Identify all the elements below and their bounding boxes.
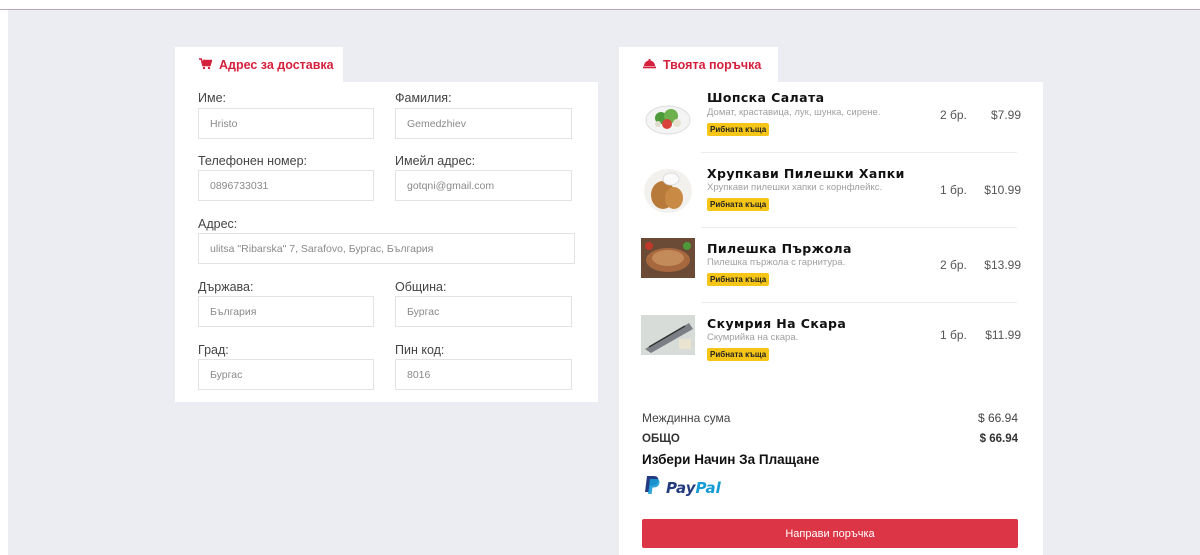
order-item: Скумрия На Скара Скумрийка на скара. Риб… xyxy=(641,313,1021,388)
divider xyxy=(701,302,1017,303)
cart-icon xyxy=(199,57,213,73)
zip-input[interactable]: 8016 xyxy=(395,359,572,390)
item-qty: 2 бр. xyxy=(940,258,967,272)
left-edge xyxy=(0,10,8,555)
zip-label: Пин код: xyxy=(395,343,445,357)
salad-image xyxy=(641,96,695,136)
item-name: Хрупкави Пилешки Хапки xyxy=(707,166,905,181)
phone-label: Телефонен номер: xyxy=(198,154,308,168)
total-value: $ 66.94 xyxy=(979,433,1018,445)
divider xyxy=(701,227,1017,228)
paypal-label: PayPal xyxy=(666,479,721,497)
payment-method-title: Избери Начин За Плащане xyxy=(642,452,820,467)
address-input[interactable]: ulitsa "Ribarska" 7, Sarafovo, Бургас, Б… xyxy=(198,233,575,264)
tab-your-order-label: Твоята поръчка xyxy=(663,58,762,72)
municipality-label: Община: xyxy=(395,280,447,294)
city-label: Град: xyxy=(198,343,229,357)
municipality-input[interactable]: Бургас xyxy=(395,296,572,327)
item-desc: Скумрийка на скара. xyxy=(707,332,799,343)
chicken-steak-image xyxy=(641,238,695,278)
item-price: $10.99 xyxy=(984,183,1021,197)
address-label: Адрес: xyxy=(198,217,238,231)
restaurant-badge: Рибната къща xyxy=(707,123,770,136)
last-name-label: Фамилия: xyxy=(395,91,452,105)
subtotal-label: Междинна сума xyxy=(642,411,731,425)
top-bar xyxy=(0,0,1200,10)
phone-input[interactable]: 0896733031 xyxy=(198,170,374,201)
total-label: ОБЩО xyxy=(642,433,680,445)
tab-delivery-address-label: Адрес за доставка xyxy=(219,58,334,72)
last-name-input[interactable]: Gemedzhiev xyxy=(395,108,572,139)
email-input[interactable]: gotqni@gmail.com xyxy=(395,170,572,201)
first-name-label: Име: xyxy=(198,91,227,105)
item-price: $11.99 xyxy=(985,328,1021,342)
subtotal-value: $ 66.94 xyxy=(977,411,1018,425)
item-price: $13.99 xyxy=(984,258,1021,272)
cloche-icon xyxy=(643,58,656,72)
first-name-input[interactable]: Hristo xyxy=(198,108,374,139)
item-qty: 1 бр. xyxy=(940,183,967,197)
restaurant-badge: Рибната къща xyxy=(707,273,770,286)
total-row: ОБЩО $ 66.94 xyxy=(642,433,1018,445)
subtotal-row: Междинна сума $ 66.94 xyxy=(642,411,1018,425)
email-label: Имейл адрес: xyxy=(395,154,476,168)
divider xyxy=(701,152,1017,153)
restaurant-badge: Рибната къща xyxy=(707,348,770,361)
item-name: Шопска Салата xyxy=(707,90,825,105)
item-desc: Домат, краставица, лук, шунка, сирене. xyxy=(707,107,881,118)
tab-your-order[interactable]: Твоята поръчка xyxy=(619,47,778,83)
tab-delivery-address[interactable]: Адрес за доставка xyxy=(175,47,343,83)
item-price: $7.99 xyxy=(990,108,1021,122)
item-desc: Хрупкави пилешки хапки с корнфлейкс. xyxy=(707,182,883,193)
country-label: Държава: xyxy=(198,280,254,294)
item-qty: 2 бр. xyxy=(940,108,967,122)
grilled-mackerel-image xyxy=(641,315,695,355)
item-name: Скумрия На Скара xyxy=(707,316,847,331)
item-desc: Пилешка пържола с гарнитура. xyxy=(707,257,846,268)
paypal-icon xyxy=(644,476,660,500)
city-input[interactable]: Бургас xyxy=(198,359,374,390)
paypal-option[interactable]: PayPal xyxy=(644,476,721,500)
place-order-button[interactable]: Направи поръчка xyxy=(642,519,1018,548)
chicken-bites-image xyxy=(641,165,695,215)
country-input[interactable]: България xyxy=(198,296,374,327)
item-name: Пилешка Пържола xyxy=(707,241,852,256)
item-qty: 1 бр. xyxy=(940,328,967,342)
restaurant-badge: Рибната къща xyxy=(707,198,770,211)
